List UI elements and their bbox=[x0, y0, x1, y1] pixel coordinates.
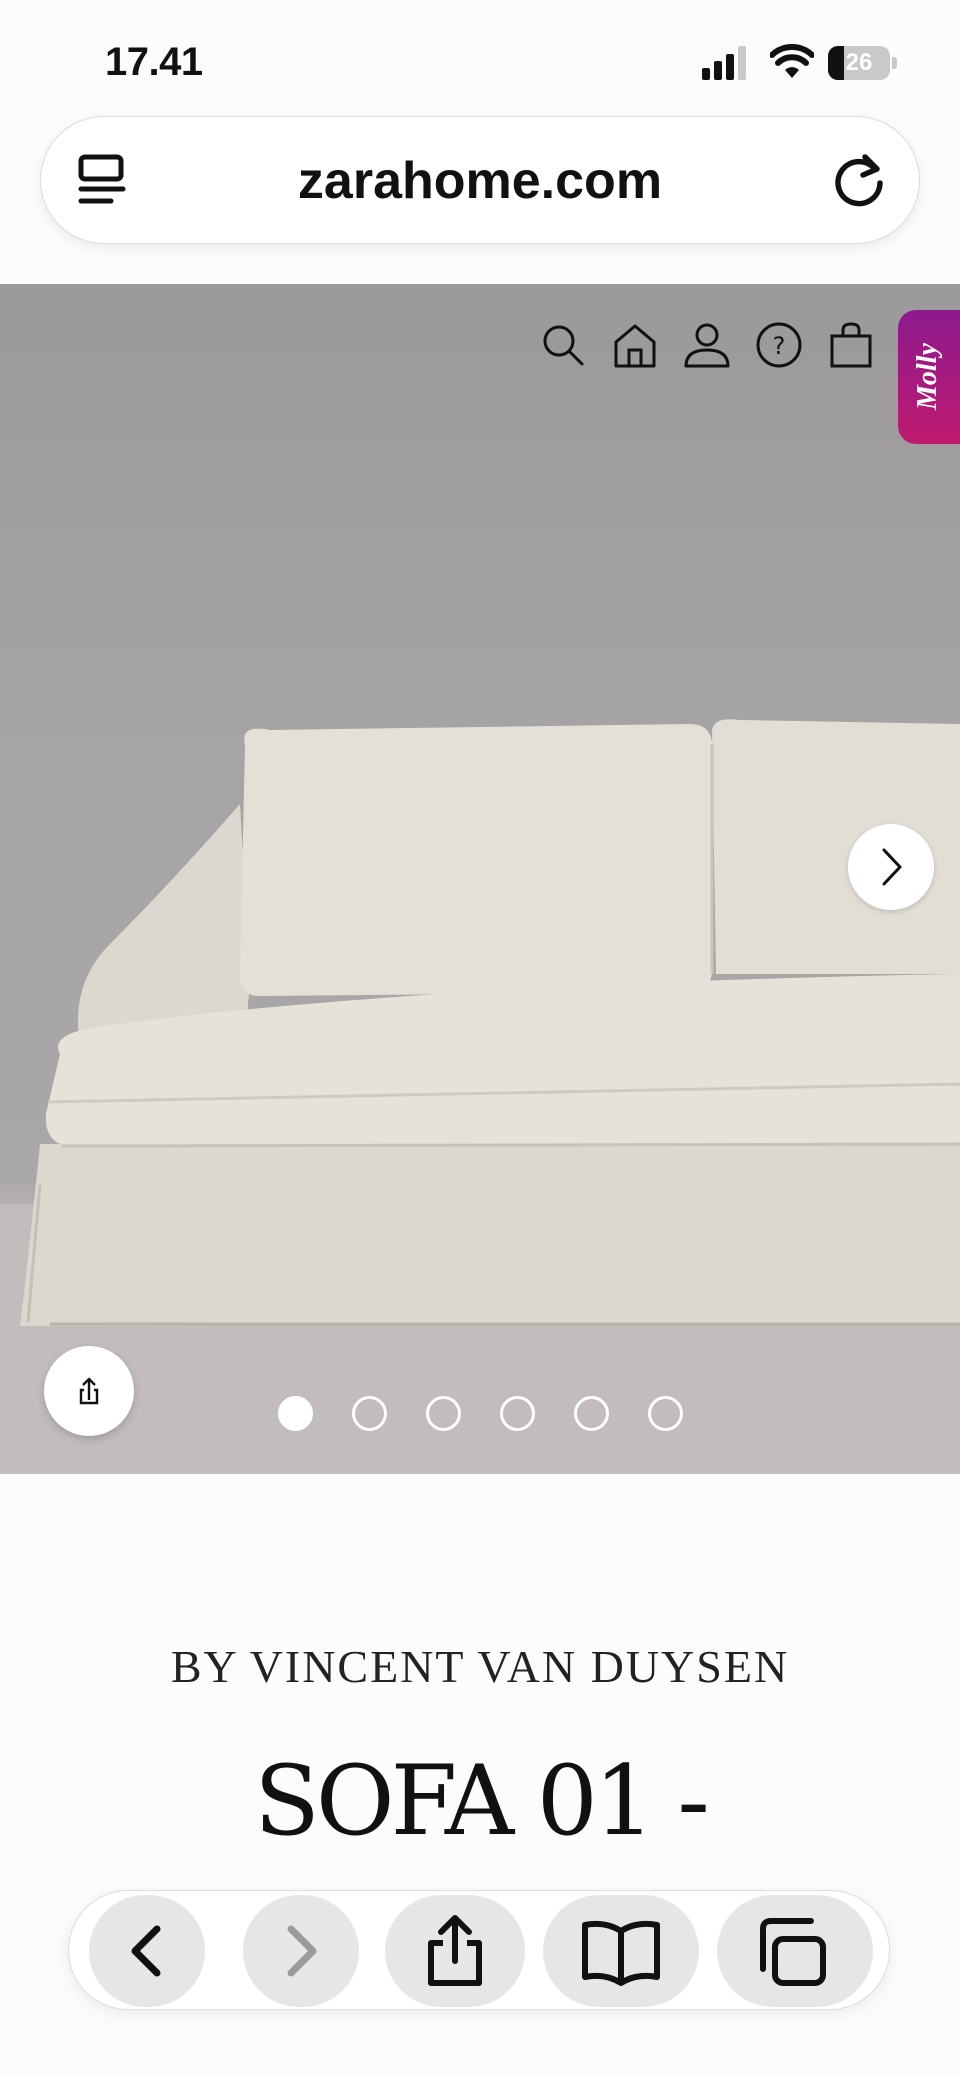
search-icon[interactable] bbox=[538, 320, 588, 370]
carousel-dot[interactable] bbox=[648, 1396, 683, 1431]
url-text[interactable]: zarahome.com bbox=[41, 117, 919, 245]
tabs-button[interactable] bbox=[717, 1895, 873, 2007]
tabs-icon bbox=[760, 1918, 826, 1986]
svg-text:?: ? bbox=[773, 332, 786, 360]
carousel-dot[interactable] bbox=[352, 1396, 387, 1431]
reload-icon[interactable] bbox=[827, 149, 891, 213]
designer-line: BY VINCENT VAN DUYSEN bbox=[170, 1641, 790, 1692]
share-button[interactable] bbox=[385, 1895, 525, 2007]
carousel-dot[interactable] bbox=[278, 1396, 313, 1431]
share-icon bbox=[79, 1377, 99, 1405]
carousel-dot[interactable] bbox=[426, 1396, 461, 1431]
site-nav-icons: ? bbox=[538, 320, 876, 370]
back-button[interactable] bbox=[89, 1895, 205, 2007]
battery-indicator: 26 bbox=[828, 46, 890, 80]
forward-button[interactable] bbox=[243, 1895, 359, 2007]
battery-tip bbox=[892, 57, 897, 69]
bookmarks-button[interactable] bbox=[543, 1895, 699, 2007]
sofa-photo bbox=[0, 719, 960, 1474]
account-icon[interactable] bbox=[682, 320, 732, 370]
help-icon[interactable]: ? bbox=[754, 320, 804, 370]
cellular-signal-icon bbox=[702, 46, 746, 80]
status-bar: 17.41 26 bbox=[0, 0, 960, 110]
chevron-right-icon bbox=[882, 848, 902, 886]
forward-icon bbox=[287, 1925, 317, 1977]
status-time: 17.41 bbox=[105, 40, 203, 84]
browser-toolbar bbox=[68, 1890, 890, 2010]
wifi-icon bbox=[770, 44, 814, 78]
molly-chat-button[interactable]: Molly bbox=[898, 310, 960, 444]
bookmarks-icon bbox=[582, 1920, 660, 1986]
share-icon bbox=[428, 1915, 482, 1986]
product-image-carousel[interactable]: ? Molly bbox=[0, 284, 960, 1474]
carousel-dot[interactable] bbox=[500, 1396, 535, 1431]
product-title: SOFA 01 - bbox=[254, 1745, 710, 1857]
carousel-dot[interactable] bbox=[574, 1396, 609, 1431]
share-product-button[interactable] bbox=[44, 1346, 134, 1436]
back-icon bbox=[131, 1925, 161, 1977]
carousel-next-button[interactable] bbox=[848, 824, 934, 910]
address-bar[interactable]: zarahome.com bbox=[40, 116, 920, 244]
battery-level: 26 bbox=[845, 49, 873, 76]
molly-label[interactable]: Molly bbox=[912, 343, 944, 410]
carousel-pagination bbox=[278, 1396, 683, 1431]
shopping-bag-icon[interactable] bbox=[826, 320, 876, 370]
home-icon[interactable] bbox=[610, 320, 660, 370]
